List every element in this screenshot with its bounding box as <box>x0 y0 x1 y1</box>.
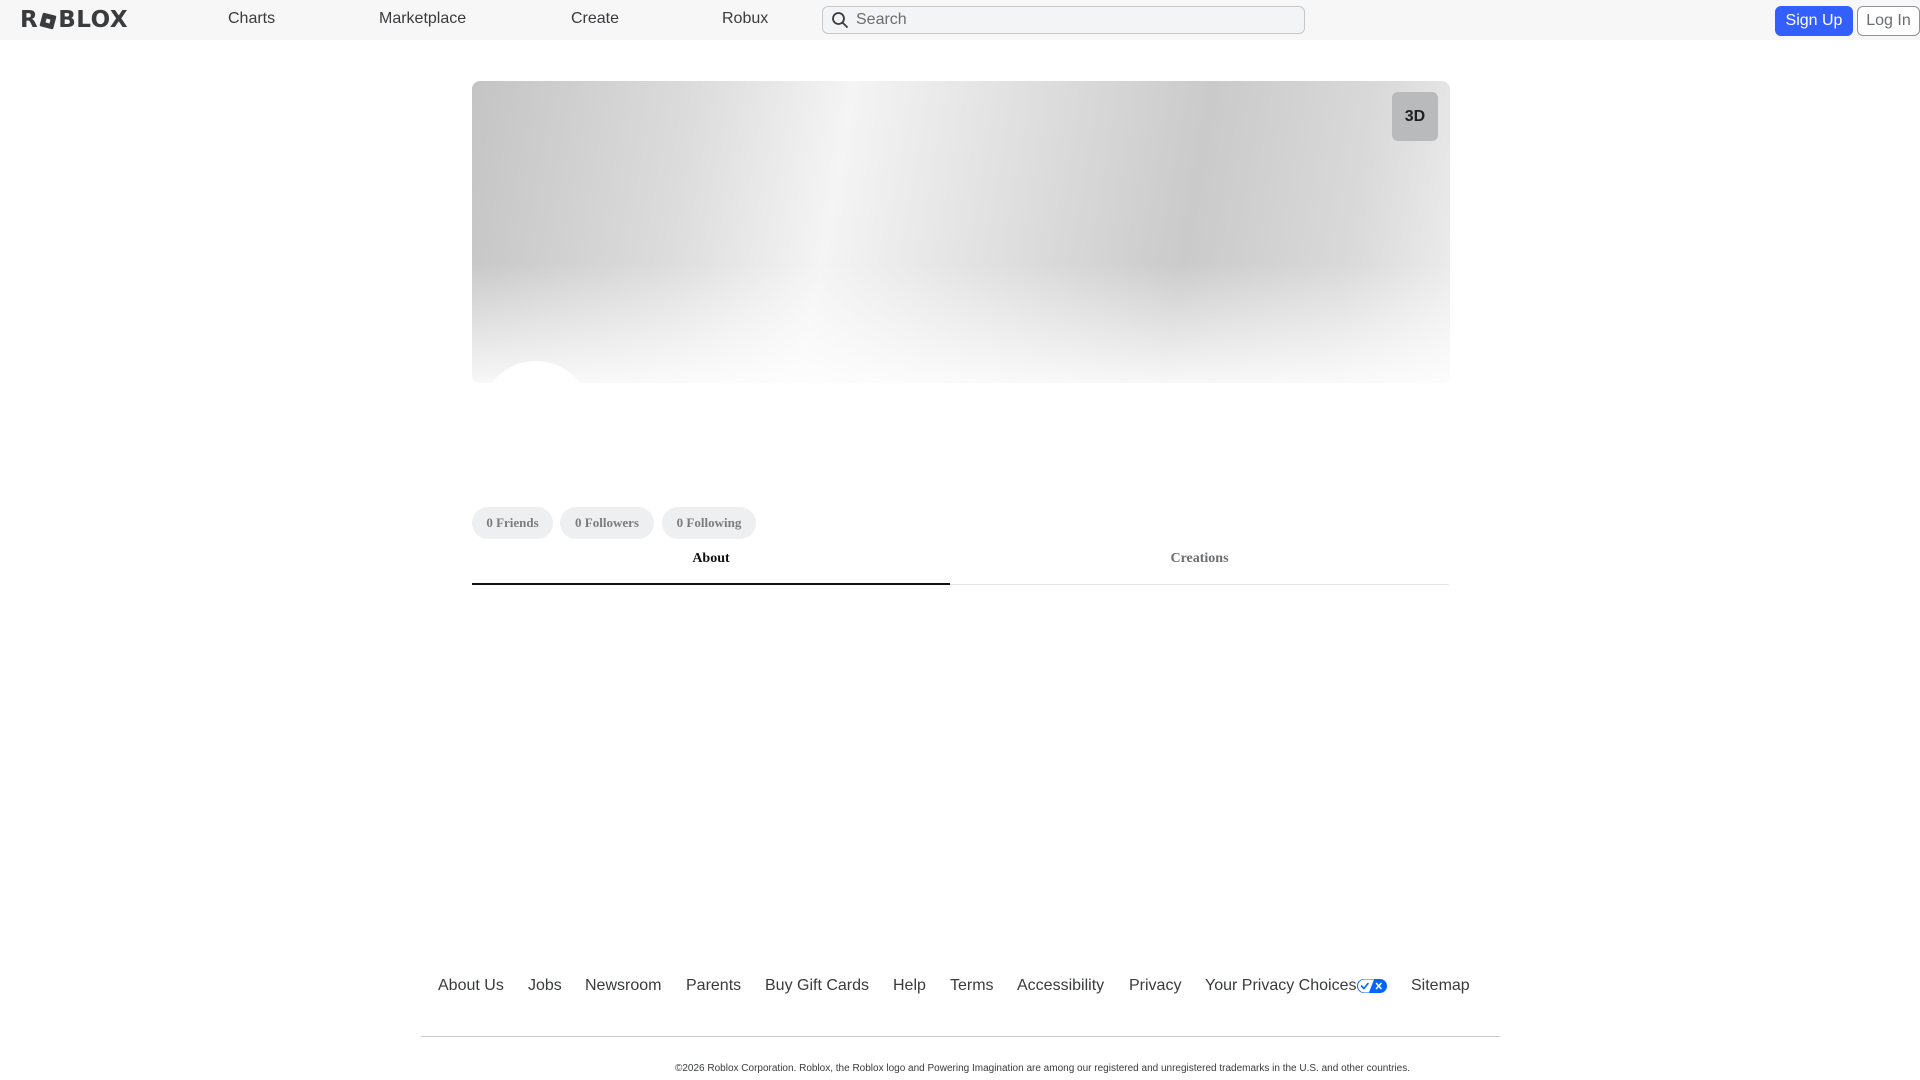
tab-about[interactable]: About <box>472 540 950 585</box>
top-navigation-bar: R BLOX Charts Marketplace Create Robux S… <box>0 0 1920 40</box>
logo-letter-r: R <box>20 7 39 33</box>
log-in-button[interactable]: Log In <box>1857 6 1920 36</box>
footer-link-sitemap[interactable]: Sitemap <box>1411 976 1470 996</box>
footer-link-jobs[interactable]: Jobs <box>528 976 562 996</box>
copyright-text: ©2026 Roblox Corporation. Roblox, the Ro… <box>674 1063 1410 1074</box>
footer-link-parents[interactable]: Parents <box>686 976 741 996</box>
footer-link-accessibility[interactable]: Accessibility <box>1017 976 1104 996</box>
search-icon <box>830 10 850 30</box>
logo-text-blox: BLOX <box>58 7 129 33</box>
nav-marketplace[interactable]: Marketplace <box>379 0 466 40</box>
nav-create[interactable]: Create <box>571 0 619 40</box>
following-count[interactable]: 0 Following <box>662 507 756 539</box>
view-3d-button[interactable]: 3D <box>1392 92 1438 141</box>
footer-link-terms[interactable]: Terms <box>950 976 994 996</box>
footer-link-newsroom[interactable]: Newsroom <box>585 976 661 996</box>
profile-tabs: About Creations <box>472 540 1449 585</box>
footer-link-help[interactable]: Help <box>893 976 926 996</box>
sign-up-button[interactable]: Sign Up <box>1775 6 1853 36</box>
nav-robux[interactable]: Robux <box>722 0 768 40</box>
roblox-logo[interactable]: R BLOX <box>20 8 128 32</box>
profile-banner <box>472 81 1450 383</box>
tab-creations[interactable]: Creations <box>950 540 1449 585</box>
search-box[interactable] <box>822 6 1305 34</box>
footer-divider <box>421 1036 1500 1037</box>
avatar <box>481 361 591 471</box>
friends-count[interactable]: 0 Friends <box>472 507 553 539</box>
footer-link-about-us[interactable]: About Us <box>438 976 504 996</box>
logo-tilted-square-icon <box>39 11 57 30</box>
followers-count[interactable]: 0 Followers <box>560 507 654 539</box>
footer-link-buy-gift-cards[interactable]: Buy Gift Cards <box>765 976 869 996</box>
footer-link-your-privacy-choices[interactable]: Your Privacy Choices <box>1205 976 1388 996</box>
privacy-toggle-icon <box>1357 979 1388 993</box>
nav-charts[interactable]: Charts <box>228 0 275 40</box>
privacy-choices-label: Your Privacy Choices <box>1205 977 1357 994</box>
search-input[interactable] <box>856 8 1276 32</box>
footer-link-privacy[interactable]: Privacy <box>1129 976 1181 996</box>
footer-links: About Us Jobs Newsroom Parents Buy Gift … <box>0 976 1920 1000</box>
